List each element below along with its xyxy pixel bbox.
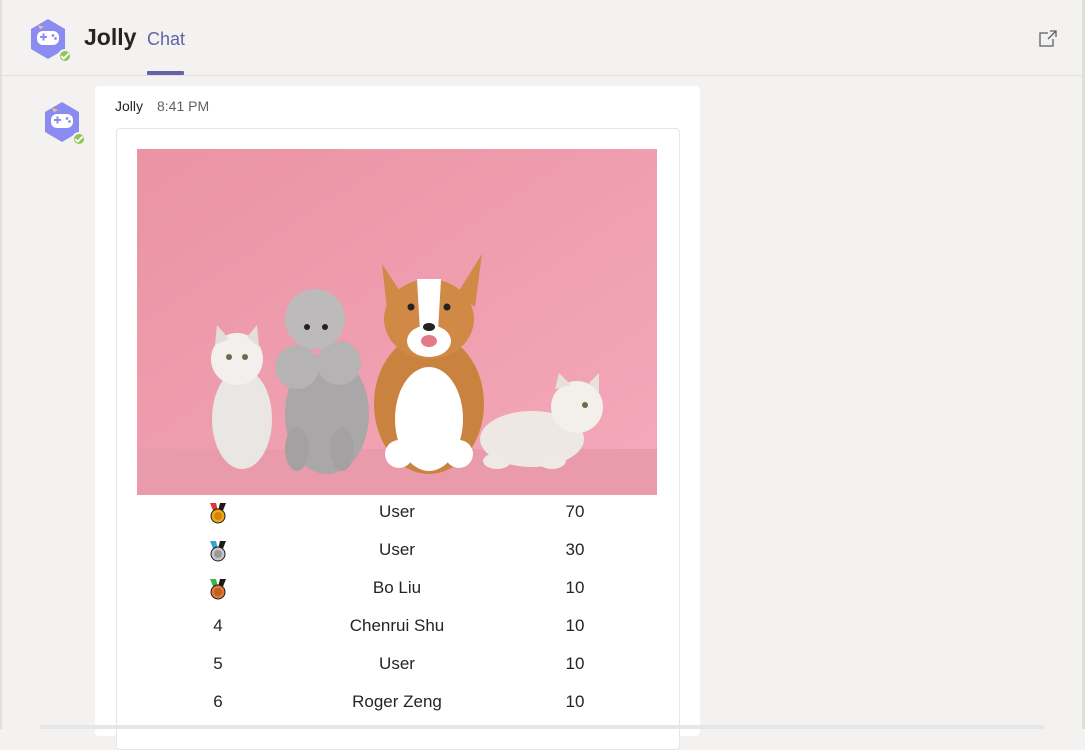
- compose-area-divider: [40, 725, 1044, 729]
- chat-message: Jolly 8:41 PM User 70 User 30 Bo Liu 10 …: [95, 86, 700, 750]
- tab-chat[interactable]: Chat: [147, 29, 185, 50]
- leaderboard-rank: 5: [213, 654, 223, 673]
- leaderboard-name: Roger Zeng: [352, 692, 442, 711]
- sender-avatar[interactable]: [40, 100, 86, 146]
- leaderboard-score: 10: [565, 654, 585, 673]
- app-avatar[interactable]: [26, 17, 72, 63]
- leaderboard-name: Bo Liu: [372, 578, 422, 597]
- leaderboard-name: User: [379, 654, 415, 673]
- message-sender: Jolly: [115, 98, 144, 114]
- leaderboard-row: 6 Roger Zeng 10: [137, 685, 657, 723]
- leaderboard-score: 10: [565, 616, 585, 635]
- leaderboard-rank: 6: [213, 692, 223, 711]
- leaderboard-name: User: [379, 502, 415, 521]
- leaderboard-row: 4 Chenrui Shu 10: [137, 609, 657, 647]
- leaderboard-rank: [198, 540, 238, 567]
- pets-photo: [137, 149, 657, 495]
- available-status-icon: [58, 49, 72, 63]
- leaderboard-row: User 30: [137, 533, 657, 571]
- leaderboard-rank: 4: [213, 616, 223, 635]
- leaderboard-score: 10: [565, 578, 585, 597]
- leaderboard-name: User: [379, 540, 415, 559]
- leaderboard-score: 10: [565, 692, 585, 711]
- adaptive-card: User 70 User 30 Bo Liu 10 4 Chenrui Shu …: [116, 128, 680, 750]
- leaderboard-row: User 70: [137, 495, 657, 533]
- leaderboard-score: 30: [565, 540, 585, 559]
- available-status-icon: [72, 132, 86, 146]
- leaderboard-rank: [198, 502, 238, 529]
- gold-medal-icon: [210, 503, 226, 524]
- tab-chat-active-indicator: [147, 71, 184, 75]
- leaderboard-row: 5 User 10: [137, 647, 657, 685]
- leaderboard-score: 70: [565, 502, 585, 521]
- leaderboard-name: Chenrui Shu: [349, 616, 445, 635]
- left-edge-divider: [0, 0, 2, 729]
- silver-medal-icon: [210, 541, 226, 562]
- app-header: Jolly Chat: [2, 0, 1082, 76]
- bronze-medal-icon: [210, 579, 226, 600]
- pop-out-icon[interactable]: [1038, 29, 1058, 49]
- app-title: Jolly: [84, 24, 137, 50]
- leaderboard-rank: [198, 578, 238, 605]
- message-timestamp: 8:41 PM: [157, 98, 210, 114]
- leaderboard-row: Bo Liu 10: [137, 571, 657, 609]
